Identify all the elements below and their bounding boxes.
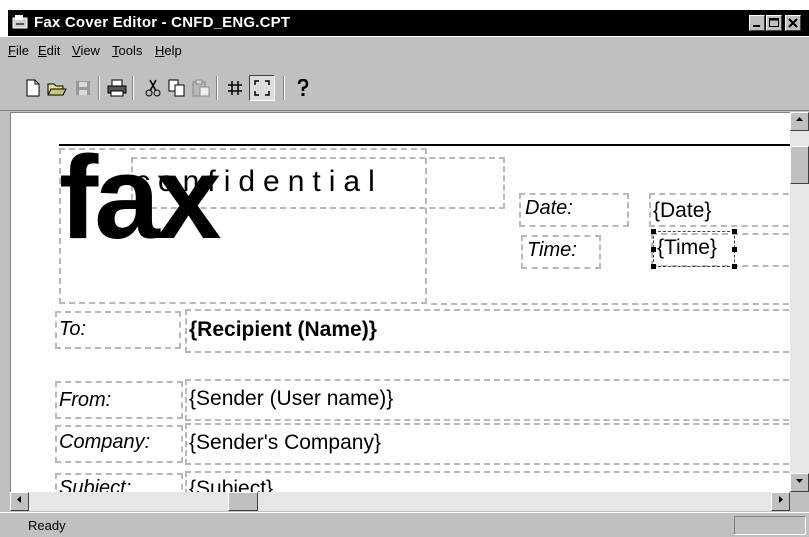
scroll-up-button[interactable] — [790, 112, 809, 131]
to-label: To: — [59, 318, 87, 340]
maximize-icon — [769, 18, 779, 27]
divider-line — [431, 303, 791, 305]
paste-icon — [192, 79, 210, 97]
select-icon — [254, 80, 270, 96]
toolbar-separator — [216, 76, 218, 100]
resize-handle[interactable] — [732, 247, 737, 252]
company-label: Company: — [59, 431, 151, 453]
save-button[interactable] — [72, 77, 94, 99]
select-button[interactable] — [249, 75, 275, 101]
copy-icon — [168, 79, 185, 97]
toolbar-separator — [132, 76, 134, 100]
resize-handle[interactable] — [651, 229, 656, 234]
toolbar-separator — [283, 76, 285, 100]
confidential-text: confidential — [135, 165, 383, 198]
menu-file[interactable]: File — [8, 43, 29, 58]
arrow-up-icon — [796, 117, 803, 121]
menu-view[interactable]: View — [72, 43, 100, 58]
menu-tools[interactable]: Tools — [112, 43, 142, 58]
close-button[interactable] — [785, 15, 801, 31]
menu-help[interactable]: Help — [155, 43, 182, 58]
subject-value-frame[interactable] — [185, 471, 791, 493]
maximize-button[interactable] — [766, 15, 782, 31]
resize-handle[interactable] — [651, 247, 656, 252]
status-pane — [734, 516, 806, 535]
save-icon — [76, 81, 90, 95]
minimize-icon — [753, 25, 760, 27]
toolbar-separator — [98, 76, 100, 100]
cover-page-canvas[interactable]: fax confidential Date: {Date} Time: {Tim… — [10, 112, 791, 493]
scroll-right-button[interactable] — [771, 492, 790, 511]
scroll-left-button[interactable] — [10, 492, 29, 511]
print-icon — [107, 79, 127, 97]
resize-handle[interactable] — [651, 264, 656, 269]
vertical-scroll-thumb[interactable] — [790, 146, 809, 184]
date-label: Date: — [525, 197, 573, 219]
fax-app-icon[interactable] — [12, 15, 28, 30]
resize-handle[interactable] — [732, 264, 737, 269]
scrollbar-corner — [790, 492, 809, 511]
from-value: {Sender (User name)} — [189, 387, 394, 410]
title-bar-fill: Fax Cover Editor - CNFD_ENG.CPT — [8, 10, 809, 36]
from-label: From: — [59, 389, 112, 411]
time-value: {Time} — [657, 236, 717, 259]
paste-button[interactable] — [190, 77, 212, 99]
menu-bar: File Edit View Tools Help — [0, 37, 809, 63]
arrow-left-icon — [17, 496, 21, 503]
minimize-button[interactable] — [749, 15, 765, 31]
arrow-down-icon — [796, 479, 803, 483]
new-button[interactable] — [22, 77, 44, 99]
status-bar: Ready — [0, 512, 809, 537]
date-value: {Date} — [653, 199, 712, 222]
resize-handle[interactable] — [732, 229, 737, 234]
cut-icon — [145, 79, 161, 97]
scroll-down-button[interactable] — [790, 473, 809, 492]
cut-button[interactable] — [142, 77, 164, 99]
company-value: {Sender's Company} — [189, 431, 381, 454]
arrow-right-icon — [779, 496, 783, 503]
subject-label: Subject: — [59, 477, 132, 493]
vertical-scrollbar[interactable] — [790, 112, 809, 492]
menu-edit[interactable]: Edit — [38, 43, 60, 58]
toolbar — [0, 63, 809, 111]
close-icon — [788, 18, 798, 28]
help-icon — [297, 79, 309, 96]
open-button[interactable] — [46, 77, 68, 99]
grid-icon — [228, 81, 242, 95]
horizontal-scrollbar[interactable] — [10, 492, 790, 511]
grid-button[interactable] — [224, 77, 246, 99]
window-title: Fax Cover Editor - CNFD_ENG.CPT — [34, 14, 291, 31]
subject-value: {Subject} — [189, 477, 274, 493]
title-bar: Fax Cover Editor - CNFD_ENG.CPT — [0, 0, 809, 37]
print-button[interactable] — [106, 77, 128, 99]
horizontal-scroll-thumb[interactable] — [228, 492, 258, 511]
to-value: {Recipient (Name)} — [189, 318, 377, 341]
open-icon — [47, 83, 67, 96]
status-text: Ready — [28, 518, 66, 533]
time-label: Time: — [527, 239, 577, 261]
help-button[interactable] — [292, 77, 314, 99]
new-icon — [26, 79, 40, 97]
copy-button[interactable] — [166, 77, 188, 99]
